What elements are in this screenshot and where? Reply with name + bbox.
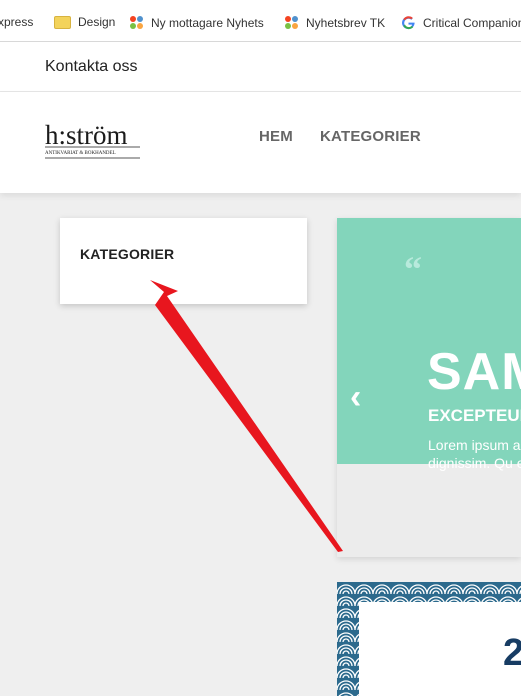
promo-banner: 2 (337, 582, 521, 696)
bookmark-label: Ny mottagare Nyhets (151, 15, 264, 30)
site-logo[interactable]: h:ström ANTIKVARIAT & BOKHANDEL (45, 120, 141, 162)
top-bar: Kontakta oss (0, 42, 521, 92)
joomla-icon (129, 15, 144, 30)
slide-title: SAM (427, 343, 521, 401)
categories-widget: KATEGORIER (60, 218, 307, 304)
nav-kategorier[interactable]: KATEGORIER (320, 128, 421, 145)
bookmark-express[interactable]: xpress (0, 15, 33, 29)
quote-icon: “ (404, 249, 422, 289)
folder-icon (54, 16, 71, 29)
bookmark-design[interactable]: Design (54, 15, 115, 29)
slide-background (337, 218, 521, 464)
logo-text: h:ström (45, 120, 128, 150)
bookmark-label: Critical Companion (423, 15, 521, 30)
bookmarks-bar: xpress Design Ny mottagare Nyhets Nyhets… (0, 0, 521, 42)
site-header: h:ström ANTIKVARIAT & BOKHANDEL HEM KATE… (0, 92, 521, 193)
bookmark-critical-companion[interactable]: Critical Companion (401, 15, 521, 30)
chevron-left-icon[interactable]: ‹ (350, 380, 374, 414)
slide-footer (337, 464, 521, 557)
logo-subtext: ANTIKVARIAT & BOKHANDEL (45, 151, 116, 156)
bookmark-label: Nyhetsbrev TK (306, 15, 386, 30)
categories-title: KATEGORIER (80, 246, 175, 262)
slide-text: Lorem ipsum adipiscing elit dignissim. Q… (428, 437, 521, 471)
promo-number: 2 (503, 632, 521, 674)
promo-card (359, 602, 521, 696)
joomla-icon (284, 15, 299, 30)
contact-link[interactable]: Kontakta oss (45, 58, 138, 76)
bookmark-label: xpress (0, 15, 34, 29)
google-icon (401, 15, 416, 30)
bookmark-ny-mottagare[interactable]: Ny mottagare Nyhets (129, 15, 264, 30)
slide-subtitle: EXCEPTEUR (428, 406, 521, 425)
logo-mark: h:ström ANTIKVARIAT & BOKHANDEL (45, 120, 140, 159)
nav-hem[interactable]: HEM (259, 128, 293, 145)
hero-slider: “ ‹ SAM EXCEPTEUR Lorem ipsum adipiscing… (337, 218, 521, 557)
arrow-shape (150, 280, 343, 552)
bookmark-label: Design (78, 15, 116, 29)
bookmark-nyhetsbrev-tk[interactable]: Nyhetsbrev TK (284, 15, 385, 30)
